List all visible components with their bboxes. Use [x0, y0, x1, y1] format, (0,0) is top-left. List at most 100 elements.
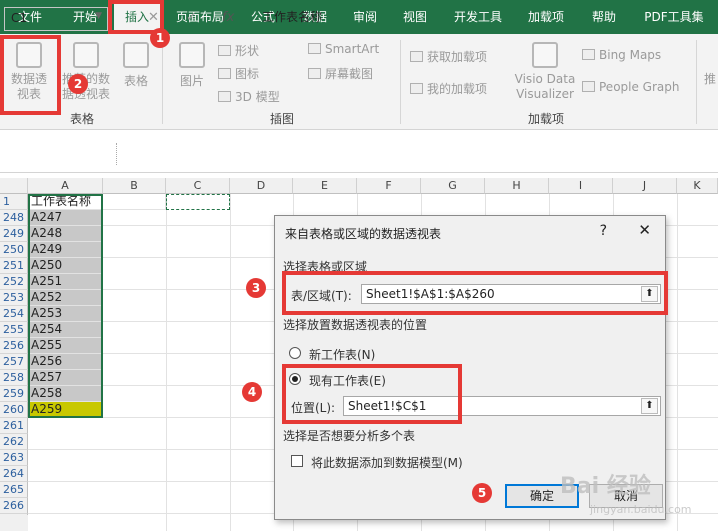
- group-label-tables: 表格: [70, 112, 95, 126]
- bing-maps-label: Bing Maps: [599, 48, 662, 62]
- picture-icon: [179, 42, 205, 68]
- formula-bar: [0, 135, 718, 173]
- row-header-filler: [0, 515, 28, 531]
- name-box[interactable]: C1 ▼: [4, 7, 108, 31]
- pictures-button[interactable]: 图片: [172, 42, 212, 89]
- row-header[interactable]: 254: [0, 306, 28, 322]
- chevron-down-icon[interactable]: ▼: [95, 11, 102, 21]
- my-addins-button[interactable]: 我的加载项: [410, 80, 487, 97]
- people-graph-button[interactable]: People Graph: [582, 80, 680, 94]
- 3d-models-button[interactable]: 3D 模型: [218, 88, 280, 105]
- pictures-label: 图片: [179, 74, 204, 88]
- screenshot-button[interactable]: 屏幕截图: [308, 65, 373, 82]
- cell-b[interactable]: [103, 194, 166, 210]
- row-header[interactable]: 248: [0, 210, 28, 226]
- watermark-url: jingyan.baidu.com: [590, 503, 692, 516]
- tab-addins[interactable]: 加载项: [520, 0, 572, 34]
- close-icon[interactable]: ✕: [638, 221, 651, 239]
- column-header[interactable]: C: [166, 178, 230, 194]
- screenshot-label: 屏幕截图: [325, 67, 374, 81]
- row-header[interactable]: 265: [0, 482, 28, 498]
- shapes-button[interactable]: 形状: [218, 42, 259, 59]
- help-icon[interactable]: ?: [600, 223, 607, 239]
- row-header[interactable]: 255: [0, 322, 28, 338]
- column-header[interactable]: F: [357, 178, 421, 194]
- tab-review[interactable]: 审阅: [342, 0, 388, 34]
- screenshot-icon: [308, 68, 321, 79]
- section-multiple-tables: 选择是否想要分析多个表: [283, 429, 416, 443]
- group-label-addins: 加载项: [528, 112, 565, 126]
- section-placement: 选择放置数据透视表的位置: [283, 318, 428, 332]
- shapes-label: 形状: [235, 44, 260, 58]
- icons-label: 图标: [235, 67, 260, 81]
- tab-developer[interactable]: 开发工具: [446, 0, 510, 34]
- visio-label: Visio Data Visualizer: [514, 72, 576, 101]
- selection-range: [28, 194, 103, 418]
- get-addins-button[interactable]: 获取加载项: [410, 48, 487, 65]
- shapes-icon: [218, 45, 231, 56]
- enter-icon[interactable]: ✓: [186, 10, 197, 25]
- visio-button[interactable]: Visio Data Visualizer: [512, 42, 578, 102]
- annotation-box-range: [282, 271, 668, 315]
- annotation-box-location: [282, 364, 462, 424]
- people-graph-label: People Graph: [599, 80, 680, 94]
- row-header[interactable]: 266: [0, 498, 28, 514]
- annotation-badge: 3: [246, 278, 266, 298]
- name-box-value: C1: [11, 11, 28, 25]
- function-icon[interactable]: fx: [222, 10, 234, 25]
- column-header[interactable]: B: [103, 178, 166, 194]
- row-header[interactable]: 261: [0, 418, 28, 434]
- smartart-label: SmartArt: [325, 42, 380, 56]
- smartart-button[interactable]: SmartArt: [308, 42, 379, 56]
- recommended-pivot-icon: [73, 42, 99, 68]
- tab-view[interactable]: 视图: [392, 0, 438, 34]
- radio-new-worksheet[interactable]: [289, 347, 301, 359]
- get-addins-label: 获取加载项: [427, 50, 488, 64]
- my-addins-icon: [410, 83, 423, 94]
- row-header[interactable]: 251: [0, 258, 28, 274]
- row-header[interactable]: 253: [0, 290, 28, 306]
- tab-help[interactable]: 帮助: [584, 0, 624, 34]
- row-header[interactable]: 263: [0, 450, 28, 466]
- bing-maps-button[interactable]: Bing Maps: [582, 48, 661, 62]
- column-header[interactable]: I: [549, 178, 613, 194]
- select-all-corner[interactable]: [0, 178, 28, 194]
- group-label-illustrations: 插图: [270, 112, 295, 126]
- row-header[interactable]: 260: [0, 402, 28, 418]
- ribbon-divider: [400, 40, 401, 124]
- column-header[interactable]: A: [28, 178, 103, 194]
- column-header[interactable]: D: [230, 178, 293, 194]
- table-label: 表格: [123, 74, 148, 88]
- annotation-badge: 4: [242, 382, 262, 402]
- new-worksheet-label: 新工作表(N): [309, 348, 376, 362]
- row-header[interactable]: 264: [0, 466, 28, 482]
- row-header[interactable]: 256: [0, 338, 28, 354]
- my-addins-label: 我的加载项: [427, 82, 488, 96]
- column-header[interactable]: G: [421, 178, 485, 194]
- column-header[interactable]: E: [293, 178, 357, 194]
- row-header[interactable]: 250: [0, 242, 28, 258]
- data-model-checkbox[interactable]: [291, 455, 303, 467]
- table-icon: [123, 42, 149, 68]
- collapse-dialog-icon[interactable]: ⬆: [641, 398, 658, 414]
- icons-button[interactable]: 图标: [218, 65, 259, 82]
- row-header[interactable]: 262: [0, 434, 28, 450]
- recommended-charts-button[interactable]: 推: [702, 70, 718, 87]
- people-icon: [582, 81, 595, 92]
- row-header[interactable]: 259: [0, 386, 28, 402]
- formula-input[interactable]: 工作表名称: [262, 8, 322, 25]
- recommended-pivot-button[interactable]: 推荐的数据透视表: [56, 42, 116, 102]
- row-header[interactable]: 1: [0, 194, 28, 210]
- table-button[interactable]: 表格: [118, 42, 154, 89]
- column-header[interactable]: K: [677, 178, 718, 194]
- column-header[interactable]: J: [613, 178, 677, 194]
- row-header[interactable]: 258: [0, 370, 28, 386]
- row-header[interactable]: 257: [0, 354, 28, 370]
- column-header[interactable]: H: [485, 178, 549, 194]
- 3d-models-label: 3D 模型: [235, 90, 280, 104]
- formula-bar-grip[interactable]: [116, 143, 118, 165]
- cell-c1-copy-marquee[interactable]: [166, 194, 230, 210]
- tab-pdf-tools[interactable]: PDF工具集: [636, 0, 712, 34]
- row-header[interactable]: 249: [0, 226, 28, 242]
- row-header[interactable]: 252: [0, 274, 28, 290]
